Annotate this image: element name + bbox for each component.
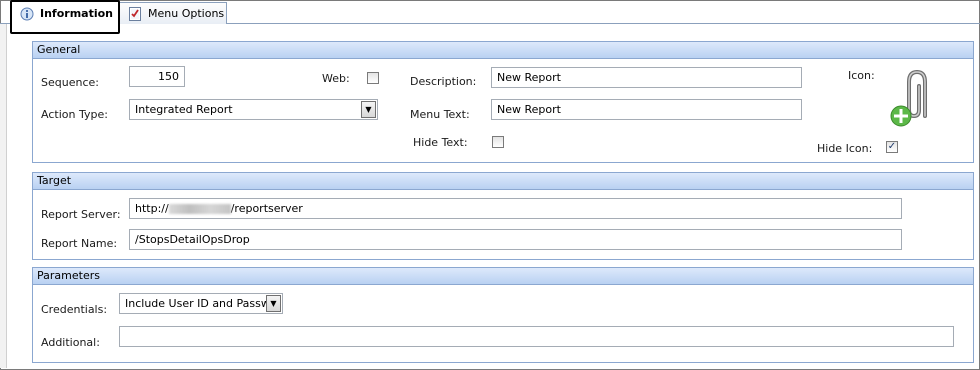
report-name-label: Report Name: bbox=[41, 237, 118, 250]
sequence-value: 150 bbox=[158, 70, 179, 83]
report-server-input[interactable]: http:// /reportserver bbox=[129, 198, 902, 219]
target-header: Target bbox=[33, 173, 973, 190]
general-header: General bbox=[33, 42, 973, 59]
report-server-label: Report Server: bbox=[41, 208, 121, 221]
menu-text-value: New Report bbox=[497, 103, 561, 116]
tab-information-label: Information bbox=[40, 7, 113, 20]
credentials-value: Include User ID and Passw bbox=[125, 297, 270, 310]
chevron-down-icon: ▼ bbox=[270, 299, 277, 308]
general-section: General Sequence: 150 Web: Description: … bbox=[32, 41, 974, 163]
target-section: Target Report Server: http:// /reportserv… bbox=[32, 172, 974, 260]
hide-text-label: Hide Text: bbox=[413, 136, 468, 149]
credentials-dropdown-button[interactable]: ▼ bbox=[266, 295, 281, 312]
menu-text-input[interactable]: New Report bbox=[491, 99, 802, 120]
paperclip-add-icon bbox=[890, 69, 927, 127]
menu-text-label: Menu Text: bbox=[410, 108, 470, 121]
sequence-input[interactable]: 150 bbox=[129, 66, 185, 87]
additional-label: Additional: bbox=[41, 336, 100, 349]
description-input[interactable]: New Report bbox=[491, 67, 802, 88]
icon-picker[interactable] bbox=[885, 64, 951, 134]
report-server-suffix: /reportserver bbox=[230, 202, 303, 215]
description-value: New Report bbox=[497, 71, 561, 84]
action-type-select[interactable]: Integrated Report ▼ bbox=[129, 99, 378, 120]
tab-menu-options[interactable]: Menu Options bbox=[119, 2, 227, 24]
web-label: Web: bbox=[322, 72, 350, 85]
checkmark-icon: ✓ bbox=[887, 141, 897, 152]
action-type-dropdown-button[interactable]: ▼ bbox=[361, 101, 376, 118]
tab-information[interactable]: Information bbox=[10, 0, 120, 34]
hide-icon-label: Hide Icon: bbox=[817, 142, 873, 155]
left-gutter bbox=[0, 24, 7, 368]
credentials-label: Credentials: bbox=[41, 303, 108, 316]
action-type-label: Action Type: bbox=[41, 108, 108, 121]
action-type-value: Integrated Report bbox=[135, 103, 233, 116]
checklist-icon bbox=[128, 6, 142, 21]
info-icon bbox=[20, 7, 34, 21]
parameters-section: Parameters Credentials: Include User ID … bbox=[32, 267, 974, 363]
hide-icon-checkbox[interactable]: ✓ bbox=[886, 141, 898, 153]
chevron-down-icon: ▼ bbox=[365, 105, 372, 114]
tab-menu-options-label: Menu Options bbox=[148, 7, 225, 20]
report-server-prefix: http:// bbox=[135, 202, 169, 215]
hide-text-checkbox[interactable] bbox=[492, 136, 504, 148]
report-name-input[interactable]: /StopsDetailOpsDrop bbox=[129, 229, 902, 250]
description-label: Description: bbox=[410, 75, 477, 88]
redacted-host bbox=[168, 204, 231, 214]
credentials-select[interactable]: Include User ID and Passw ▼ bbox=[119, 293, 283, 314]
icon-label: Icon: bbox=[848, 69, 875, 82]
report-name-value: /StopsDetailOpsDrop bbox=[135, 233, 250, 246]
additional-input[interactable] bbox=[119, 326, 954, 347]
sequence-label: Sequence: bbox=[41, 76, 99, 89]
web-checkbox[interactable] bbox=[367, 72, 379, 84]
parameters-header: Parameters bbox=[33, 268, 973, 285]
tab-strip: Menu Options Information bbox=[0, 0, 980, 34]
